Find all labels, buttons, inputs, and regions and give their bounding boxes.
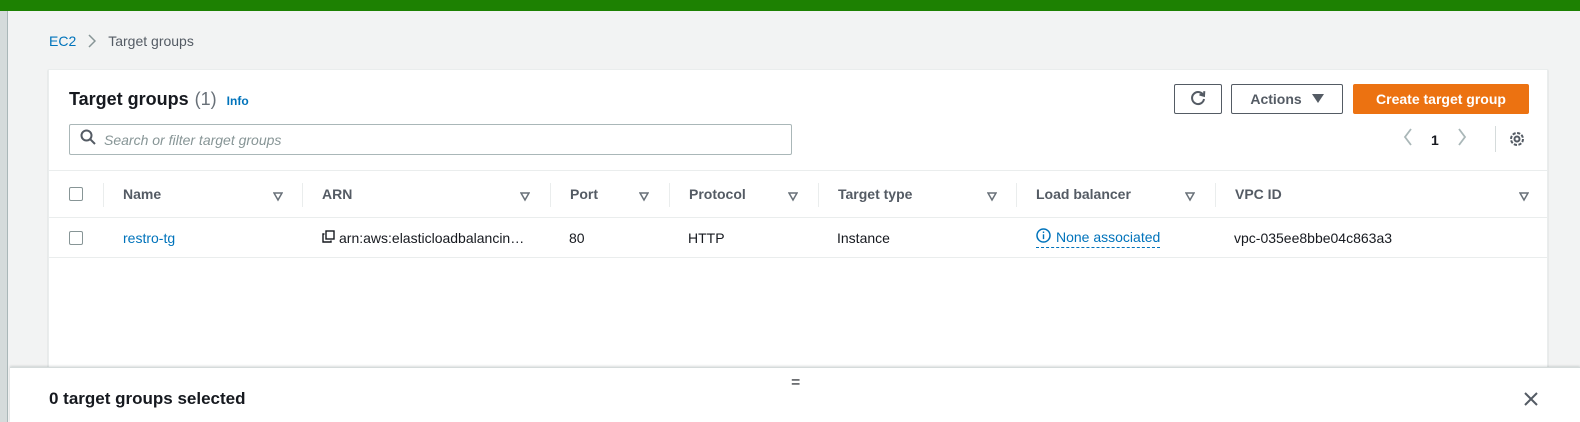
sort-triangle-icon[interactable] <box>272 189 284 207</box>
column-header-arn[interactable]: ARN <box>322 171 352 217</box>
pagination: 1 <box>1403 128 1467 151</box>
next-page-icon[interactable] <box>1457 128 1467 151</box>
column-divider <box>550 183 551 207</box>
page-number[interactable]: 1 <box>1431 132 1439 148</box>
cell-arn: arn:aws:elasticloadbalancin… <box>322 218 524 257</box>
sort-triangle-icon[interactable] <box>519 189 531 207</box>
table-row[interactable]: restro-tg arn:aws:elasticloadbalancin… 8… <box>49 218 1547 258</box>
panel-header: Target groups (1) Info <box>69 89 249 110</box>
chevron-right-icon <box>88 34 97 48</box>
copy-icon[interactable] <box>322 229 335 246</box>
column-header-vpc-id[interactable]: VPC ID <box>1235 171 1282 217</box>
refresh-icon <box>1189 89 1207 110</box>
cell-load-balancer: None associated <box>1036 218 1161 257</box>
load-balancer-value: None associated <box>1056 228 1161 245</box>
info-circle-icon <box>1036 227 1051 246</box>
row-select-cell <box>69 218 83 257</box>
target-group-count: (1) <box>194 89 217 109</box>
cell-name: restro-tg <box>123 218 175 257</box>
column-divider <box>103 183 104 207</box>
target-group-name-link[interactable]: restro-tg <box>123 230 175 246</box>
selection-status: 0 target groups selected <box>49 389 246 408</box>
cell-target-type: Instance <box>837 229 890 246</box>
column-header-protocol[interactable]: Protocol <box>689 171 746 217</box>
cell-protocol: HTTP <box>688 229 725 246</box>
arn-value: arn:aws:elasticloadbalancin… <box>339 229 525 246</box>
actions-dropdown-button[interactable]: Actions <box>1231 84 1343 114</box>
caret-down-icon <box>1311 91 1324 107</box>
success-banner-bar <box>0 0 1580 11</box>
sort-triangle-icon[interactable] <box>638 189 650 207</box>
sort-triangle-icon[interactable] <box>986 189 998 207</box>
pagination-divider <box>1495 126 1496 152</box>
column-header-name[interactable]: Name <box>123 171 161 217</box>
resize-handle[interactable]: = <box>791 374 800 392</box>
settings-gear-icon[interactable] <box>1508 130 1526 153</box>
cell-vpc-id: vpc-035ee8bbe04c863a3 <box>1234 229 1393 246</box>
refresh-button[interactable] <box>1174 84 1222 114</box>
select-all-cell <box>69 171 83 217</box>
column-divider <box>669 183 670 207</box>
column-header-load-balancer[interactable]: Load balancer <box>1036 171 1131 217</box>
target-groups-table: Name ARN Port Protocol Target type Load … <box>49 170 1547 258</box>
select-all-checkbox[interactable] <box>69 187 83 201</box>
column-divider <box>1215 183 1216 207</box>
search-bar <box>69 124 792 155</box>
info-link[interactable]: Info <box>227 94 249 108</box>
create-target-group-button[interactable]: Create target group <box>1353 84 1529 114</box>
actions-label: Actions <box>1250 91 1302 107</box>
column-header-target-type[interactable]: Target type <box>838 171 912 217</box>
page-title: Target groups <box>69 89 189 109</box>
sort-triangle-icon[interactable] <box>787 189 799 207</box>
sort-triangle-icon[interactable] <box>1184 189 1196 207</box>
column-divider <box>818 183 819 207</box>
split-panel: = 0 target groups selected <box>10 367 1580 422</box>
column-divider <box>302 183 303 207</box>
load-balancer-popover-link[interactable]: None associated <box>1036 227 1161 248</box>
breadcrumb-ec2-link[interactable]: EC2 <box>49 33 76 49</box>
close-icon[interactable] <box>1524 392 1538 411</box>
row-checkbox[interactable] <box>69 230 83 245</box>
column-header-port[interactable]: Port <box>570 171 598 217</box>
side-strip <box>0 0 8 422</box>
sort-triangle-icon[interactable] <box>1518 189 1530 207</box>
breadcrumb: EC2 Target groups <box>49 33 194 49</box>
cell-port: 80 <box>569 229 585 246</box>
column-divider <box>1016 183 1017 207</box>
search-icon <box>80 129 96 150</box>
previous-page-icon[interactable] <box>1403 128 1413 151</box>
target-groups-panel: Target groups (1) Info Actions Create ta… <box>48 69 1548 379</box>
table-header: Name ARN Port Protocol Target type Load … <box>49 170 1547 218</box>
breadcrumb-current: Target groups <box>108 33 194 49</box>
search-input[interactable] <box>104 131 764 148</box>
